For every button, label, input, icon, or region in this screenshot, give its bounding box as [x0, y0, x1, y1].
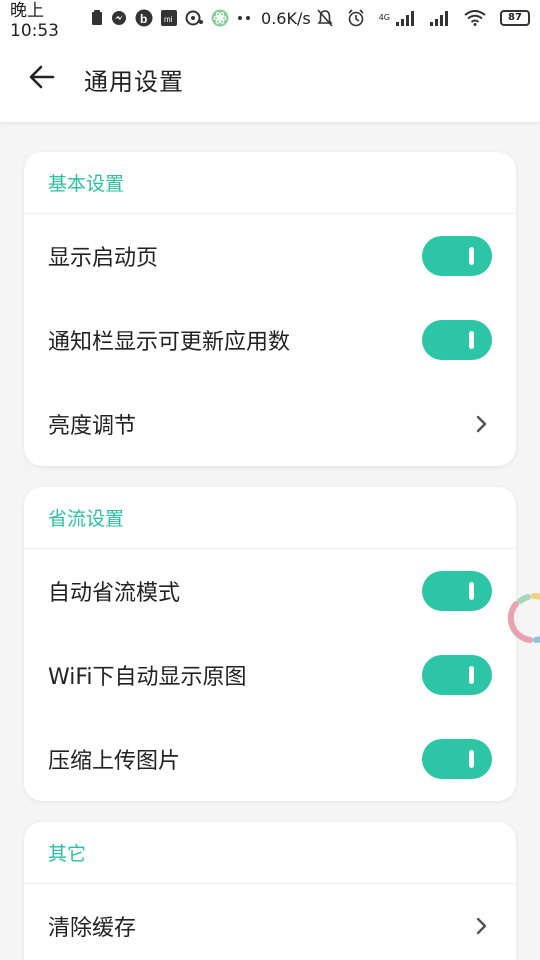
chevron-right-icon: [472, 414, 492, 434]
row-label: 自动省流模式: [48, 581, 181, 606]
mute-icon: [317, 9, 333, 27]
messenger-icon: [111, 10, 127, 26]
back-button[interactable]: [0, 36, 84, 122]
svg-text:mi: mi: [164, 15, 173, 24]
toggle-knob: [469, 247, 474, 265]
network-type: 4G: [378, 13, 390, 22]
section-header: 基本设置: [24, 152, 516, 214]
app-bar: 通用设置: [0, 36, 540, 122]
toggle-switch[interactable]: [422, 236, 492, 276]
dots-icon: [237, 15, 253, 21]
clipboard-icon: [91, 10, 103, 26]
row-label: 亮度调节: [48, 414, 137, 439]
row-label: 清除缓存: [48, 916, 137, 941]
settings-card-other: 其它 清除缓存: [24, 822, 516, 960]
signal-icon: [396, 10, 416, 26]
toggle-knob: [469, 331, 474, 349]
toggle-knob: [469, 750, 474, 768]
toggle-switch[interactable]: [422, 655, 492, 695]
status-bar: 晚上10:53 b mi 0.6K/s 4G 87: [0, 0, 540, 41]
row-label: 通知栏显示可更新应用数: [48, 330, 291, 355]
settings-row-brightness[interactable]: 亮度调节: [24, 382, 516, 466]
settings-card-data-saving: 省流设置 自动省流模式 WiFi下自动显示原图 压缩上传图片: [24, 487, 516, 801]
page-title: 通用设置: [84, 67, 184, 96]
floating-ball-icon[interactable]: [506, 590, 540, 646]
toggle-switch[interactable]: [422, 320, 492, 360]
settings-row-compress-upload[interactable]: 压缩上传图片: [24, 717, 516, 801]
battery-icon: 87: [500, 10, 530, 26]
net-speed: 0.6K/s: [261, 8, 311, 28]
chat-icon: [185, 10, 204, 26]
row-label: WiFi下自动显示原图: [48, 665, 247, 690]
b-app-icon: b: [135, 9, 153, 27]
settings-row-notify-update-count[interactable]: 通知栏显示可更新应用数: [24, 298, 516, 382]
react-icon: [211, 9, 229, 27]
section-header: 其它: [24, 822, 516, 884]
status-time: 晚上10:53: [10, 0, 59, 41]
arrow-left-icon: [29, 64, 55, 94]
chevron-right-icon: [472, 916, 492, 936]
settings-card-basic: 基本设置 显示启动页 通知栏显示可更新应用数 亮度调节: [24, 152, 516, 466]
alarm-icon: [347, 9, 365, 27]
toggle-switch[interactable]: [422, 571, 492, 611]
mi-icon: mi: [161, 10, 178, 26]
section-header: 省流设置: [24, 487, 516, 549]
svg-text:b: b: [140, 12, 147, 26]
row-label: 显示启动页: [48, 246, 159, 271]
toggle-knob: [469, 666, 474, 684]
settings-row-wifi-original-image[interactable]: WiFi下自动显示原图: [24, 633, 516, 717]
wifi-icon: [464, 10, 486, 26]
signal-icon: [430, 10, 450, 26]
settings-row-show-splash[interactable]: 显示启动页: [24, 214, 516, 298]
toggle-knob: [469, 582, 474, 600]
toggle-switch[interactable]: [422, 739, 492, 779]
row-label: 压缩上传图片: [48, 749, 181, 774]
settings-row-auto-data-saving[interactable]: 自动省流模式: [24, 549, 516, 633]
settings-row-clear-cache[interactable]: 清除缓存: [24, 884, 516, 960]
